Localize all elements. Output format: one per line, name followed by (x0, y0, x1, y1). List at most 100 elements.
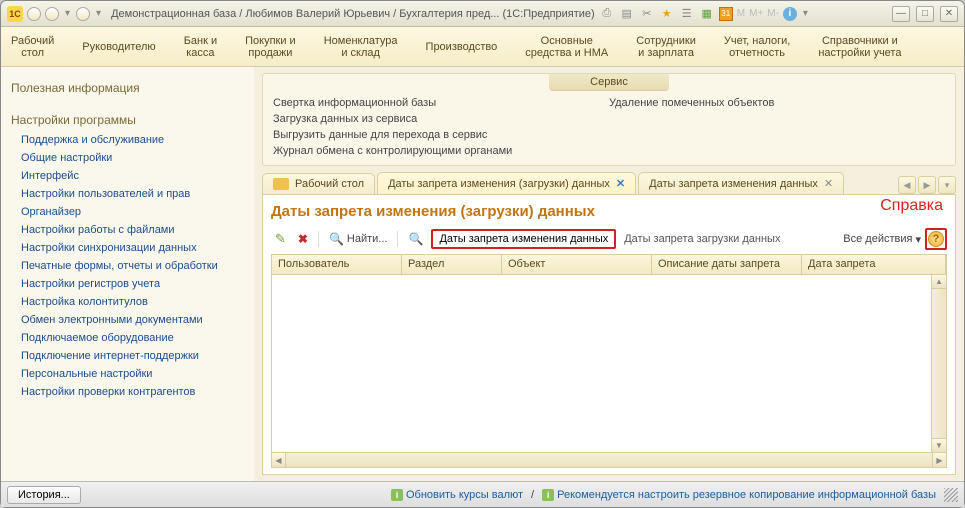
tab-desktop[interactable]: Рабочий стол (262, 173, 375, 194)
find-button[interactable]: 🔍Найти... (325, 230, 392, 248)
col-section[interactable]: Раздел (402, 255, 502, 274)
scroll-up-button[interactable]: ▲ (932, 275, 946, 289)
col-date[interactable]: Дата запрета (802, 255, 946, 274)
maximize-button[interactable]: □ (916, 6, 934, 22)
sidebar-link[interactable]: Общие настройки (7, 149, 248, 167)
service-link[interactable]: Загрузка данных из сервиса (273, 111, 609, 127)
content-pane: Справка Даты запрета изменения (загрузки… (262, 194, 956, 475)
sidebar-link[interactable]: Настройки работы с файлами (7, 221, 248, 239)
col-user[interactable]: Пользователь (272, 255, 402, 274)
nav-fwd-icon[interactable] (45, 7, 59, 21)
tabs-list-button[interactable]: ▾ (938, 176, 956, 194)
nav-production[interactable]: Производство (426, 41, 498, 53)
nav-assets[interactable]: Основные средства и НМА (525, 35, 608, 59)
scroll-left-button[interactable]: ◀ (272, 453, 286, 467)
m-minus-icon[interactable]: M- (767, 8, 779, 19)
tab-label: Даты запрета изменения данных (649, 178, 818, 190)
doc-icon[interactable]: ▤ (619, 6, 635, 22)
nav-desktop[interactable]: Рабочий стол (11, 35, 54, 59)
table-body[interactable] (272, 275, 931, 452)
nav-hr[interactable]: Сотрудники и зарплата (636, 35, 696, 59)
horizontal-scrollbar[interactable]: ◀ ▶ (272, 452, 946, 467)
sidebar-link[interactable]: Обмен электронными документами (7, 311, 248, 329)
sidebar-link[interactable]: Настройки проверки контрагентов (7, 383, 248, 401)
tab-dates-load[interactable]: Даты запрета изменения (загрузки) данных… (377, 172, 636, 194)
home-icon (273, 178, 289, 190)
sidebar-link[interactable]: Настройки пользователей и прав (7, 185, 248, 203)
resize-grip-icon[interactable] (944, 488, 958, 502)
scroll-right-button[interactable]: ▶ (932, 453, 946, 467)
status-link-rates[interactable]: iОбновить курсы валют (391, 489, 523, 501)
edit-button[interactable]: ✎ (271, 229, 290, 249)
dropdown-icon[interactable]: ▾ (63, 8, 72, 19)
dropdown-icon[interactable]: ▾ (94, 8, 103, 19)
sidebar-link[interactable]: Настройки синхронизации данных (7, 239, 248, 257)
scroll-down-button[interactable]: ▼ (932, 438, 946, 452)
nav-star-icon[interactable] (76, 7, 90, 21)
service-link[interactable]: Удаление помеченных объектов (609, 95, 945, 111)
tab-label: Рабочий стол (295, 178, 364, 190)
all-actions-dropdown[interactable]: Все действия▾ (843, 233, 921, 246)
status-link-backup[interactable]: iРекомендуется настроить резервное копир… (542, 489, 936, 501)
sidebar-link[interactable]: Подключаемое оборудование (7, 329, 248, 347)
minimize-button[interactable]: — (892, 6, 910, 22)
nav-manager[interactable]: Руководителю (82, 41, 155, 53)
service-link[interactable]: Свертка информационной базы (273, 95, 609, 111)
sidebar-link[interactable]: Органайзер (7, 203, 248, 221)
nav-sales[interactable]: Покупки и продажи (245, 35, 296, 59)
calc-icon[interactable]: ▦ (699, 6, 715, 22)
service-link[interactable]: Выгрузить данные для перехода в сервис (273, 127, 609, 143)
tabs-row: Рабочий стол Даты запрета изменения (заг… (262, 172, 956, 194)
vertical-scrollbar[interactable]: ▲ ▼ (931, 275, 946, 452)
nav-back-icon[interactable] (27, 7, 41, 21)
print-icon[interactable]: ⎙ (599, 6, 615, 22)
service-tab[interactable]: Сервис (549, 74, 669, 91)
table-header: Пользователь Раздел Объект Описание даты… (272, 255, 946, 275)
delete-button[interactable]: ✖ (294, 230, 312, 248)
search-icon: 🔍 (329, 232, 344, 246)
help-button[interactable]: ? (925, 228, 947, 250)
separator (318, 231, 319, 247)
service-panel: Сервис Свертка информационной базы Загру… (262, 73, 956, 166)
sidebar-link[interactable]: Поддержка и обслуживание (7, 131, 248, 149)
tab-close-icon[interactable]: ✕ (616, 177, 625, 190)
nav-taxes[interactable]: Учет, налоги, отчетность (724, 35, 790, 59)
sidebar-header-info: Полезная информация (7, 75, 248, 99)
tab-dates-change[interactable]: Даты запрета изменения данных ✕ (638, 172, 844, 194)
m-icon[interactable]: M (737, 8, 745, 19)
history-button[interactable]: История... (7, 486, 81, 504)
calendar-icon[interactable]: 31 (719, 7, 733, 21)
sidebar-link[interactable]: Настройки регистров учета (7, 275, 248, 293)
col-desc[interactable]: Описание даты запрета (652, 255, 802, 274)
clear-find-button[interactable]: 🔍 (404, 230, 427, 248)
sidebar-link[interactable]: Персональные настройки (7, 365, 248, 383)
tabs-prev-button[interactable]: ◀ (898, 176, 916, 194)
nav-stock[interactable]: Номенклатура и склад (324, 35, 398, 59)
clip-icon[interactable]: ✂ (639, 6, 655, 22)
dates-change-button[interactable]: Даты запрета изменения данных (431, 229, 616, 249)
col-object[interactable]: Объект (502, 255, 652, 274)
sidebar-link[interactable]: Настройка колонтитулов (7, 293, 248, 311)
sidebar-link[interactable]: Печатные формы, отчеты и обработки (7, 257, 248, 275)
tab-close-icon[interactable]: ✕ (824, 177, 833, 190)
sidebar-link[interactable]: Подключение интернет-поддержки (7, 347, 248, 365)
page-title: Даты запрета изменения (загрузки) данных (271, 201, 947, 228)
nav-bank[interactable]: Банк и касса (184, 35, 217, 59)
m-plus-icon[interactable]: M+ (749, 8, 763, 19)
info-icon: i (391, 489, 403, 501)
favorite-icon[interactable]: ★ (659, 6, 675, 22)
tabs-next-button[interactable]: ▶ (918, 176, 936, 194)
list-icon[interactable]: ☰ (679, 6, 695, 22)
close-button[interactable]: ✕ (940, 6, 958, 22)
dropdown-icon[interactable]: ▾ (801, 8, 810, 19)
data-table: Пользователь Раздел Объект Описание даты… (271, 254, 947, 468)
toolbar: ✎ ✖ 🔍Найти... 🔍 Даты запрета изменения д… (271, 228, 947, 250)
titlebar: 1C ▾ ▾ Демонстрационная база / Любимов В… (1, 1, 964, 27)
sidebar-link[interactable]: Интерфейс (7, 167, 248, 185)
service-link[interactable]: Журнал обмена с контролирующими органами (273, 143, 609, 159)
window-title: Демонстрационная база / Любимов Валерий … (111, 8, 595, 20)
nav-settings[interactable]: Справочники и настройки учета (818, 35, 901, 59)
app-logo-icon: 1C (7, 6, 23, 22)
info-icon[interactable]: i (783, 7, 797, 21)
dates-load-button[interactable]: Даты запрета загрузки данных (620, 231, 784, 247)
